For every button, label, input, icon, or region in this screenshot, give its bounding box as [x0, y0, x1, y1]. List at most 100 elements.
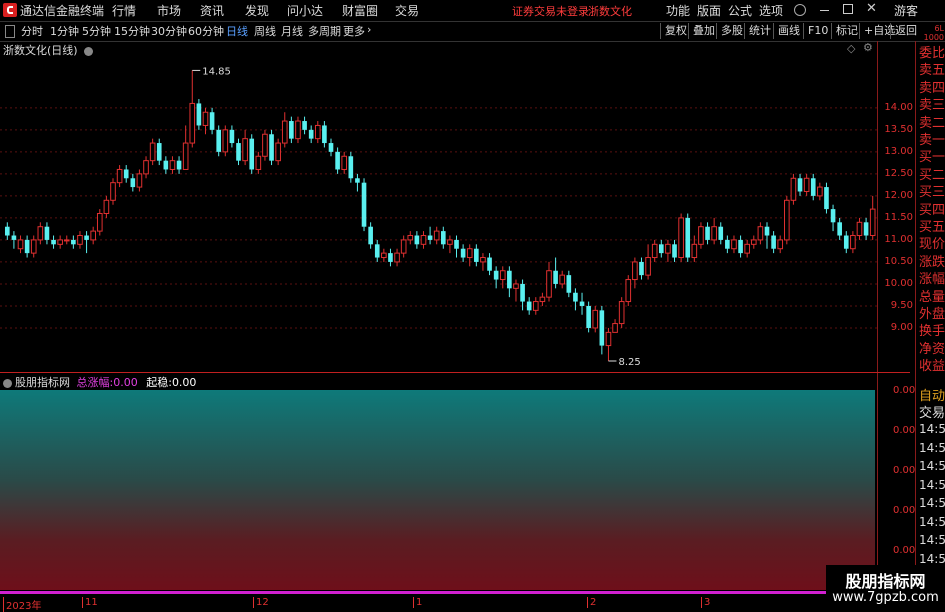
candle-body[interactable] — [824, 187, 829, 210]
candle-body[interactable] — [546, 270, 552, 298]
candle-body[interactable] — [420, 235, 427, 245]
candle-body[interactable] — [136, 173, 143, 188]
candle-body[interactable] — [731, 239, 737, 250]
btn-duogu[interactable]: 多股 — [716, 23, 743, 39]
candle-body[interactable] — [777, 239, 784, 250]
menu-xuanxiang[interactable]: 选项 — [759, 2, 783, 19]
candle-body[interactable] — [863, 222, 869, 236]
candle-body[interactable] — [289, 121, 294, 139]
candle-body[interactable] — [440, 231, 446, 245]
candle-body[interactable] — [757, 226, 764, 241]
menu-gongshi[interactable]: 公式 — [728, 2, 752, 19]
candle-body[interactable] — [262, 133, 268, 157]
menu-hangqing[interactable]: 行情 — [112, 2, 136, 19]
candle-body[interactable] — [17, 239, 24, 250]
candle-body[interactable] — [400, 239, 407, 254]
btn-fuquan[interactable]: 复权 — [660, 23, 687, 39]
side-item[interactable]: 卖四 — [919, 80, 945, 98]
side-item[interactable]: 卖一 — [919, 132, 945, 150]
candle-body[interactable] — [810, 178, 816, 196]
candle-body[interactable] — [790, 177, 797, 201]
candle-body[interactable] — [856, 221, 863, 237]
tab-daily[interactable]: 日线 — [226, 23, 248, 39]
candle-body[interactable] — [44, 226, 50, 240]
tab-more[interactable]: 更多 — [343, 23, 365, 39]
candle-body[interactable] — [308, 129, 314, 139]
candle-body[interactable] — [143, 160, 149, 175]
candle-body[interactable] — [63, 239, 70, 242]
candle-body[interactable] — [592, 309, 599, 329]
candle-body[interactable] — [414, 235, 420, 245]
candle-body[interactable] — [784, 199, 790, 241]
minimize-icon[interactable] — [820, 10, 829, 11]
candle-body[interactable] — [553, 270, 558, 284]
candle-body[interactable] — [532, 301, 539, 311]
tab-60min[interactable]: 60分钟 — [188, 23, 224, 39]
guest-label[interactable]: 游客 — [894, 2, 918, 19]
candle-body[interactable] — [718, 226, 724, 240]
candle-body[interactable] — [322, 125, 327, 144]
side-item[interactable]: 买五 — [919, 219, 945, 237]
layout-toggle-icon[interactable] — [5, 25, 15, 38]
candle-body[interactable] — [229, 129, 235, 144]
candle-body[interactable] — [573, 292, 578, 302]
candle-body[interactable] — [539, 296, 546, 303]
tab-fenshi[interactable]: 分时 — [21, 23, 43, 39]
candle-body[interactable] — [341, 155, 348, 170]
candle-body[interactable] — [466, 248, 473, 259]
candle-body[interactable] — [487, 257, 492, 271]
menu-caifuquan[interactable]: 财富圈 — [342, 2, 378, 19]
candle-body[interactable] — [103, 199, 110, 215]
tab-weekly[interactable]: 周线 — [254, 23, 276, 39]
date-scroll-bar[interactable] — [0, 591, 875, 594]
candle-body[interactable] — [632, 261, 638, 281]
candle-body[interactable] — [348, 156, 354, 179]
candle-body[interactable] — [275, 142, 281, 162]
candle-body[interactable] — [182, 142, 189, 170]
tab-30min[interactable]: 30分钟 — [151, 23, 187, 39]
candle-body[interactable] — [196, 103, 202, 126]
candle-body[interactable] — [77, 235, 83, 245]
candle-body[interactable] — [493, 270, 499, 280]
candle-body[interactable] — [51, 239, 56, 245]
candle-body[interactable] — [255, 155, 262, 170]
side-item[interactable]: 外盘 — [919, 306, 945, 324]
candle-body[interactable] — [586, 305, 591, 328]
candle-body[interactable] — [830, 209, 836, 223]
tab-1min[interactable]: 1分钟 — [50, 23, 79, 39]
menu-faxian[interactable]: 发现 — [245, 2, 269, 19]
side-item[interactable]: 涨跌 — [919, 254, 945, 272]
side-item[interactable]: 收益 — [919, 358, 945, 376]
candle-body[interactable] — [368, 226, 373, 245]
candle-body[interactable] — [123, 169, 129, 179]
candle-body[interactable] — [314, 124, 321, 140]
candle-body[interactable] — [202, 111, 209, 126]
candle-body[interactable] — [507, 270, 512, 289]
candle-body[interactable] — [57, 239, 63, 245]
candle-body[interactable] — [850, 235, 856, 250]
candle-body[interactable] — [361, 182, 367, 227]
side-item[interactable]: 委比 — [919, 45, 945, 63]
indicator-menu-icon[interactable] — [3, 378, 12, 388]
candle-body[interactable] — [116, 168, 123, 184]
candle-body[interactable] — [189, 102, 196, 144]
menu-banmian[interactable]: 版面 — [697, 2, 721, 19]
candle-body[interactable] — [11, 235, 17, 240]
candle-body[interactable] — [705, 226, 710, 240]
candle-body[interactable] — [169, 160, 176, 170]
side-item[interactable]: 现价 — [919, 236, 945, 254]
side-item[interactable]: 净资 — [919, 341, 945, 359]
candle-body[interactable] — [499, 270, 506, 281]
candle-body[interactable] — [84, 235, 89, 240]
trade-label[interactable]: 交易 — [919, 402, 945, 421]
candle-body[interactable] — [447, 239, 453, 245]
menu-wenxiaoda[interactable]: 问小达 — [287, 2, 323, 19]
candle-body[interactable] — [156, 143, 162, 161]
candle-body[interactable] — [526, 301, 532, 311]
settings-icon[interactable]: ⚙ — [863, 41, 873, 54]
candle-body[interactable] — [750, 239, 757, 245]
candle-body[interactable] — [176, 160, 182, 170]
candle-body[interactable] — [625, 279, 632, 303]
side-item[interactable]: 买二 — [919, 167, 945, 185]
side-item[interactable]: 买一 — [919, 149, 945, 167]
